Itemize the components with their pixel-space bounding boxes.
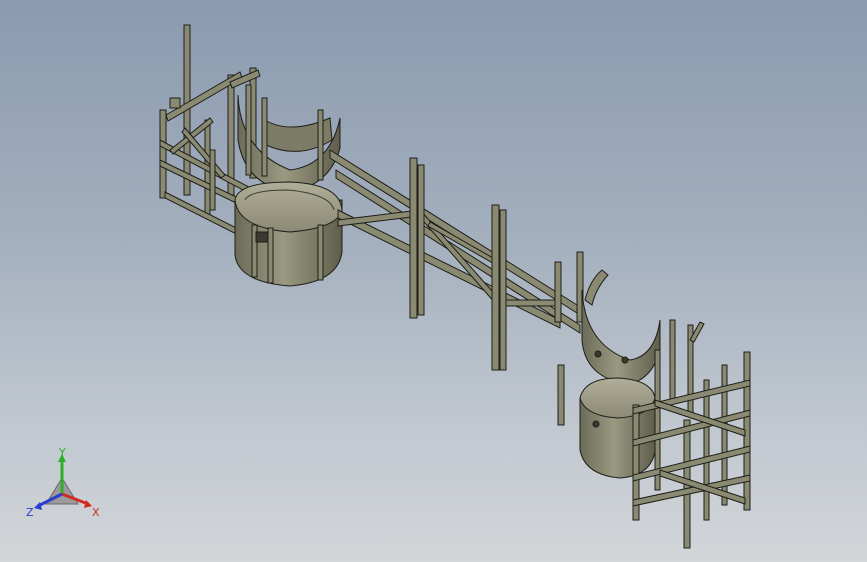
x-axis-head-icon xyxy=(84,500,92,508)
orientation-triad[interactable]: Y X Z xyxy=(22,446,106,526)
center-conveyor-beams[interactable] xyxy=(329,149,586,334)
left-lower-tank[interactable] xyxy=(234,181,343,287)
y-axis-label: Y xyxy=(58,446,66,459)
3d-model-scene[interactable] xyxy=(0,0,867,562)
graphics-viewport[interactable]: Y X Z xyxy=(0,0,867,562)
z-axis-label: Z xyxy=(26,506,34,519)
x-axis-label: X xyxy=(92,506,100,519)
right-lower-tank[interactable] xyxy=(557,364,656,479)
right-curved-shell[interactable] xyxy=(581,269,661,385)
